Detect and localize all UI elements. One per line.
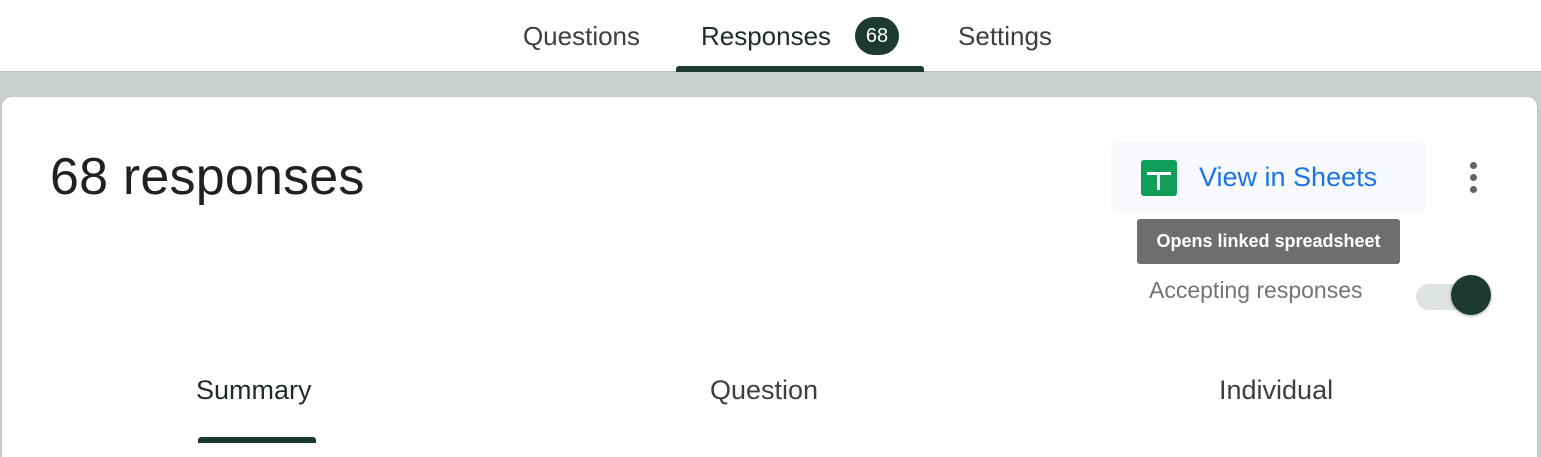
accepting-responses-toggle[interactable] xyxy=(1416,275,1492,319)
tab-questions[interactable]: Questions xyxy=(500,0,663,72)
more-options-button[interactable] xyxy=(1458,155,1488,199)
tab-settings-label: Settings xyxy=(958,20,1052,51)
sheets-tooltip: Opens linked spreadsheet xyxy=(1137,219,1400,264)
more-vert-icon xyxy=(1469,161,1477,193)
responses-count-badge: 68 xyxy=(855,17,900,55)
tab-responses-label: Responses xyxy=(700,20,832,51)
tab-responses[interactable]: Responses 68 xyxy=(676,0,924,72)
subtab-question[interactable]: Question xyxy=(710,375,818,406)
google-sheets-icon xyxy=(1141,159,1177,196)
responses-count-title: 68 responses xyxy=(50,148,365,206)
subtab-active-indicator xyxy=(198,437,316,443)
view-in-sheets-button[interactable]: View in Sheets xyxy=(1111,142,1426,213)
accepting-responses-label: Accepting responses xyxy=(1149,277,1363,303)
subtab-individual[interactable]: Individual xyxy=(1219,375,1333,406)
view-in-sheets-label: View in Sheets xyxy=(1199,162,1378,192)
tab-active-indicator xyxy=(676,66,924,72)
tab-settings[interactable]: Settings xyxy=(940,0,1070,72)
responses-card: 68 responses View in Sheets Opens linked… xyxy=(2,97,1537,457)
form-tab-bar: Questions Responses 68 Settings xyxy=(0,0,1541,72)
tab-questions-label: Questions xyxy=(522,20,641,51)
subtab-summary[interactable]: Summary xyxy=(196,375,312,406)
toggle-knob xyxy=(1451,275,1491,315)
